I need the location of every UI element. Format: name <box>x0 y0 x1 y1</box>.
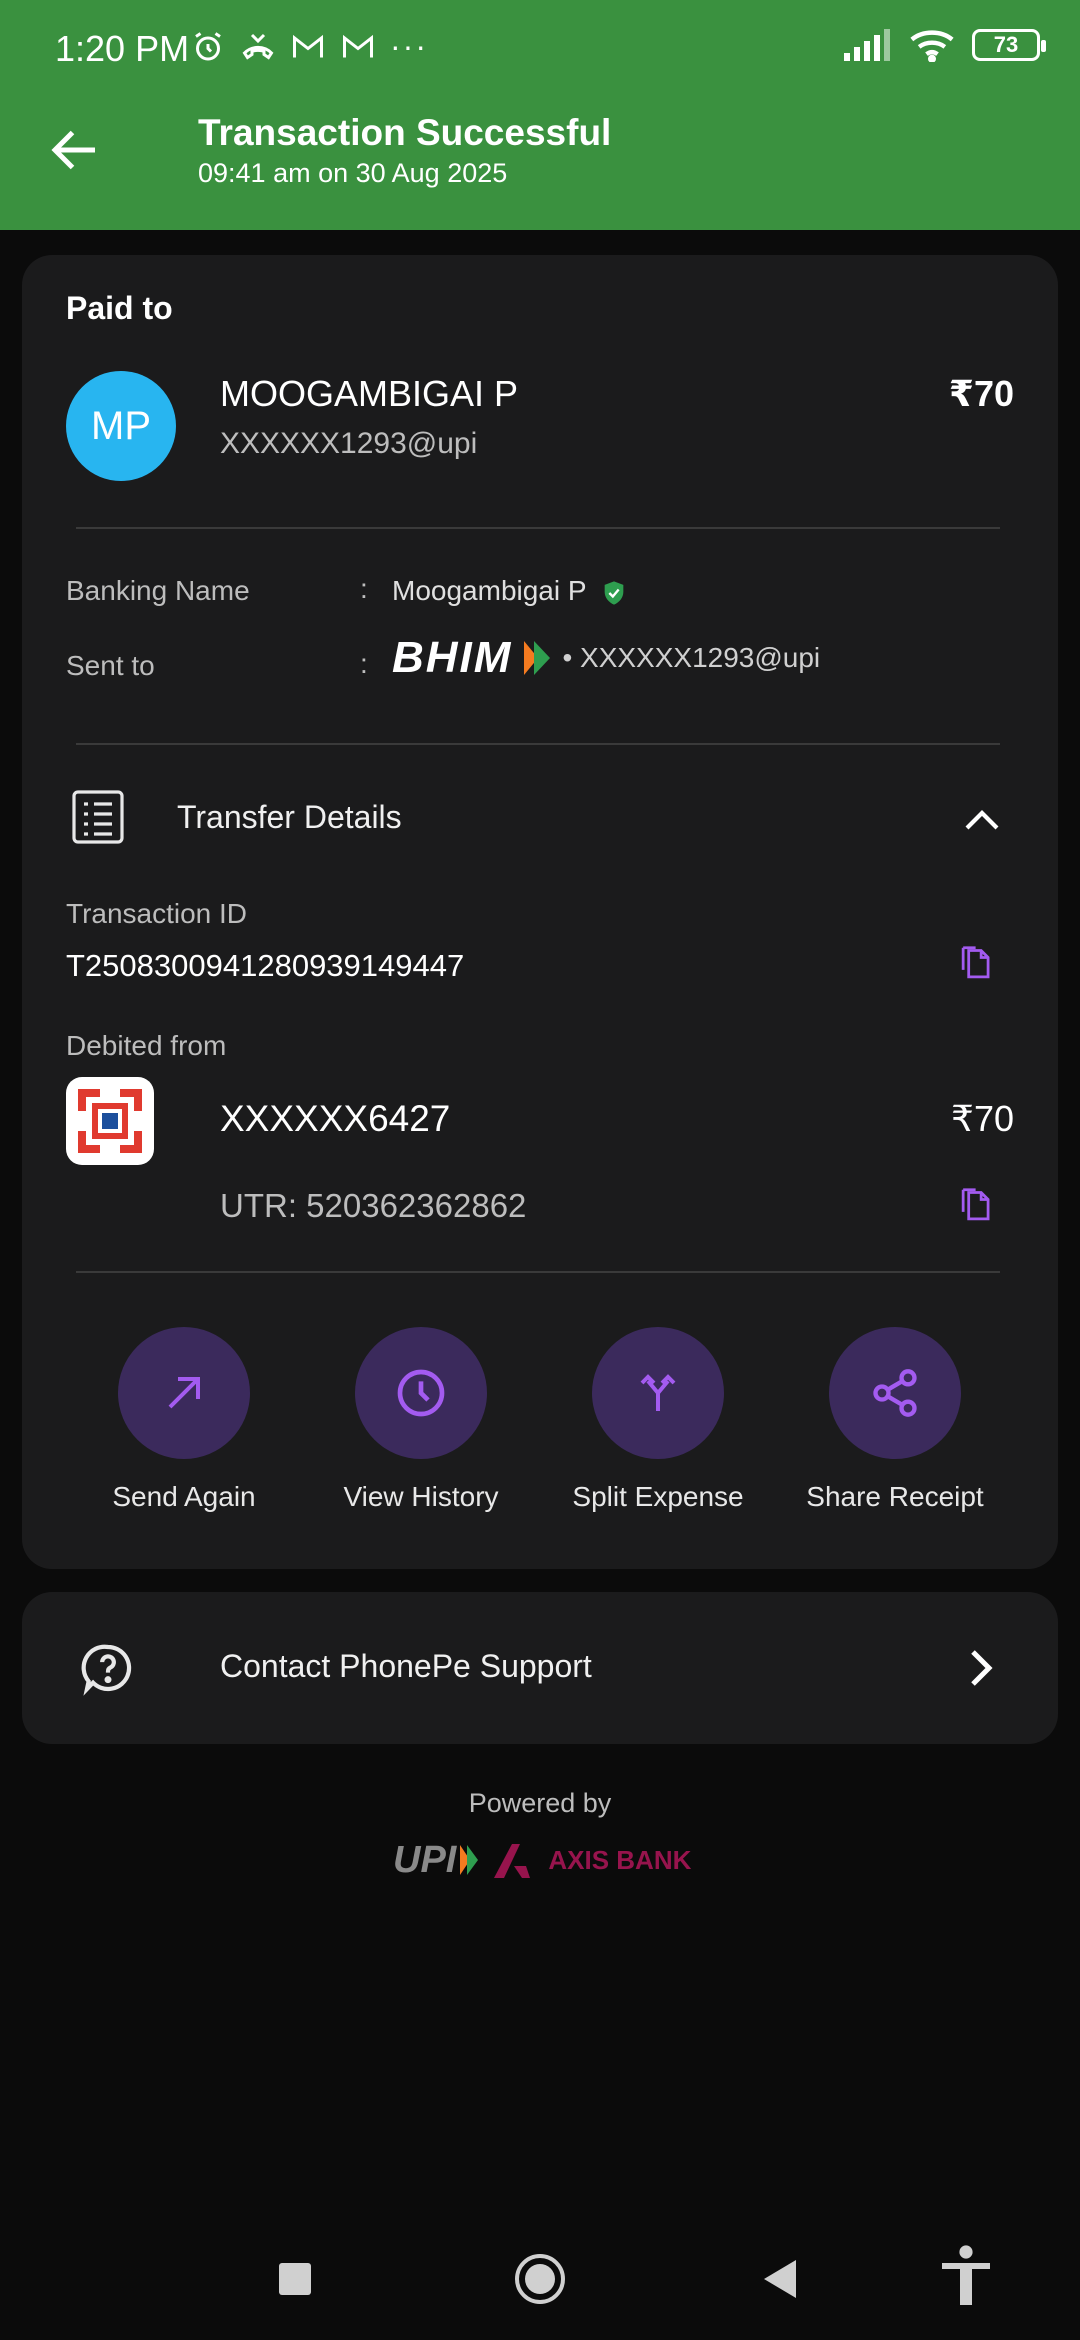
battery-indicator: 73 <box>972 29 1046 61</box>
chevron-up-icon[interactable] <box>962 803 1002 833</box>
divider <box>76 527 1000 529</box>
more-notifications-icon: ··· <box>390 28 428 64</box>
gmail-icon <box>293 34 323 57</box>
arrow-up-right-icon <box>168 1377 200 1409</box>
split-expense-label: Split Expense <box>572 1481 744 1512</box>
chevron-right-icon <box>971 1650 993 1686</box>
split-expense-button[interactable]: Split Expense <box>558 1327 758 1513</box>
colon: : <box>360 573 368 604</box>
split-expense-circle[interactable] <box>592 1327 724 1459</box>
hdfc-logo-icon <box>78 1089 142 1153</box>
transaction-timestamp: 09:41 am on 30 Aug 2025 <box>198 158 508 188</box>
partner-logos: UPI AXIS BANK <box>393 1838 691 1882</box>
transaction-id-label: Transaction ID <box>66 898 248 929</box>
banking-name-text: Moogambigai P <box>392 575 587 606</box>
send-again-label: Send Again <box>112 1481 256 1512</box>
axis-bank-text: AXIS BANK <box>548 1844 692 1875</box>
status-time: 1:20 PM <box>55 28 190 69</box>
home-button[interactable] <box>513 2252 567 2306</box>
view-history-button[interactable]: View History <box>321 1327 521 1513</box>
copy-icon[interactable] <box>960 945 994 981</box>
sent-to-value: BHIM • XXXXXX1293@upi <box>392 633 820 683</box>
utr-number: UTR: 520362362862 <box>220 1187 527 1224</box>
accessibility-icon[interactable] <box>940 2245 992 2307</box>
copy-utr-icon[interactable] <box>960 1187 994 1223</box>
axis-bank-icon <box>494 1844 531 1878</box>
app-header: 1:20 PM ··· 73 Transaction Successful 09… <box>0 0 1080 230</box>
verified-shield-icon <box>604 580 624 605</box>
transaction-card: Paid to MP MOOGAMBIGAI P XXXXXX1293@upi … <box>22 255 1058 1569</box>
system-icons: 73 <box>844 28 1046 62</box>
alarm-icon <box>195 31 221 60</box>
colon-2: : <box>360 648 368 679</box>
debited-amount: ₹70 <box>951 1098 1014 1139</box>
split-icon <box>640 1374 676 1411</box>
receipt-list-icon <box>72 790 124 844</box>
debited-account: XXXXXX6427 <box>220 1098 451 1139</box>
missed-call-icon <box>242 33 274 60</box>
powered-by-label: Powered by <box>468 1788 612 1818</box>
bhim-logo: BHIM <box>392 633 513 682</box>
sent-to-upi: • XXXXXX1293@upi <box>562 642 821 673</box>
share-icon <box>873 1369 917 1417</box>
upi-logo-text: UPI <box>393 1838 457 1881</box>
send-again-button[interactable]: Send Again <box>84 1327 284 1513</box>
contact-support-row[interactable]: Contact PhonePe Support <box>22 1592 1058 1744</box>
banking-name-value: Moogambigai P <box>392 575 628 607</box>
bhim-flag-icon <box>524 641 551 675</box>
payee-name: MOOGAMBIGAI P <box>220 373 519 414</box>
wifi-icon <box>910 30 954 62</box>
divider-3 <box>76 1271 1000 1273</box>
notification-icons: ··· <box>190 28 428 65</box>
transfer-details-title[interactable]: Transfer Details <box>177 799 402 836</box>
view-history-label: View History <box>343 1481 499 1512</box>
page-title: Transaction Successful <box>198 112 612 153</box>
share-receipt-label: Share Receipt <box>806 1481 984 1512</box>
divider-2 <box>76 743 1000 745</box>
status-bar: 1:20 PM ··· 73 <box>0 0 1080 95</box>
sent-to-label: Sent to <box>66 650 155 681</box>
back-arrow-icon[interactable] <box>45 120 105 180</box>
signal-icon <box>844 29 890 61</box>
bank-logo <box>66 1077 154 1165</box>
recents-button[interactable] <box>279 2263 311 2295</box>
system-navigation-bar <box>0 2220 1080 2340</box>
upi-logo: UPI <box>393 1838 479 1882</box>
avatar: MP <box>66 371 176 481</box>
back-button[interactable] <box>762 2258 798 2300</box>
gmail-icon-2 <box>343 34 373 57</box>
payee-amount: ₹70 <box>948 373 1014 414</box>
axis-bank-logo: AXIS BANK <box>492 1840 691 1880</box>
quick-actions: Send Again View History Split Expense Sh… <box>22 1327 1058 1527</box>
paid-to-label: Paid to <box>66 290 173 326</box>
view-history-circle[interactable] <box>355 1327 487 1459</box>
help-question-icon <box>81 1644 132 1696</box>
transaction-id-value: T2508300941280939149447 <box>66 948 465 983</box>
share-receipt-circle[interactable] <box>829 1327 961 1459</box>
upi-flag-icon <box>460 1845 479 1875</box>
banking-name-label: Banking Name <box>66 575 250 606</box>
share-receipt-button[interactable]: Share Receipt <box>795 1327 995 1513</box>
send-again-circle[interactable] <box>118 1327 250 1459</box>
battery-level: 73 <box>993 32 1019 57</box>
clock-icon <box>397 1369 445 1417</box>
avatar-initials: MP <box>91 403 151 448</box>
debited-from-label: Debited from <box>66 1030 227 1061</box>
payee-upi-id: XXXXXX1293@upi <box>220 427 478 460</box>
contact-support-label: Contact PhonePe Support <box>220 1648 592 1684</box>
